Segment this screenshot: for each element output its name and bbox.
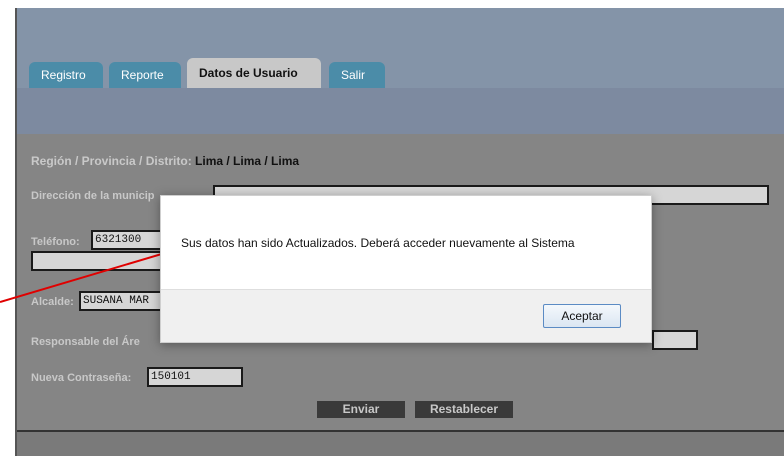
dialog-message: Sus datos han sido Actualizados. Deberá … [181, 236, 575, 250]
confirmation-dialog: Sus datos han sido Actualizados. Deberá … [160, 195, 652, 343]
red-pointer-line [0, 252, 166, 303]
accept-button[interactable]: Aceptar [543, 304, 621, 328]
dialog-footer: Aceptar [161, 289, 651, 342]
